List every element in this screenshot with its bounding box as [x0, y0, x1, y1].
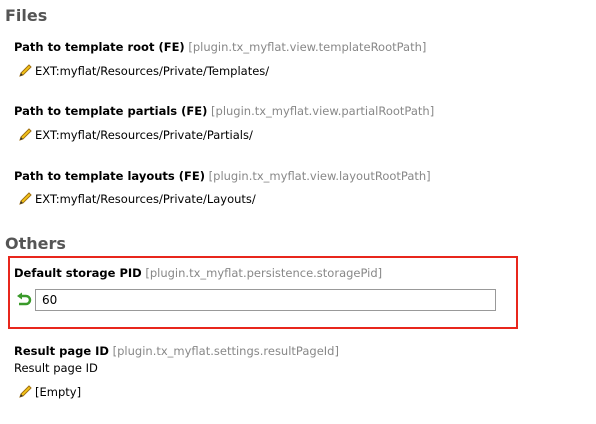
- key: [plugin.tx_myflat.persistence.storagePid…: [145, 266, 383, 280]
- value: EXT:myflat/Resources/Private/Partials/: [35, 128, 253, 142]
- key: [plugin.tx_myflat.view.templateRootPath]: [188, 40, 427, 54]
- setting-label: Path to template partials (FE) [plugin.t…: [14, 104, 434, 118]
- label: Path to template layouts (FE): [14, 169, 205, 183]
- value: EXT:myflat/Resources/Private/Templates/: [35, 64, 270, 78]
- storage-pid-input[interactable]: [35, 289, 496, 311]
- section-heading-files: Files: [5, 6, 48, 25]
- setting-label: Path to template layouts (FE) [plugin.tx…: [14, 169, 431, 183]
- key: [plugin.tx_myflat.view.layoutRootPath]: [208, 169, 431, 183]
- label: Path to template root (FE): [14, 40, 185, 54]
- label: Path to template partials (FE): [14, 104, 208, 118]
- pencil-icon: [19, 385, 32, 398]
- key: [plugin.tx_myflat.view.partialRootPath]: [211, 104, 435, 118]
- value: [Empty]: [35, 385, 82, 399]
- setting-label: Result page ID [plugin.tx_myflat.setting…: [14, 344, 339, 358]
- setting-value-edit[interactable]: EXT:myflat/Resources/Private/Partials/: [17, 127, 253, 143]
- setting-value-edit[interactable]: EXT:myflat/Resources/Private/Layouts/: [17, 191, 256, 207]
- pencil-icon: [19, 192, 32, 205]
- pencil-icon: [19, 64, 32, 77]
- setting-description: Result page ID: [14, 361, 98, 375]
- setting-value-edit[interactable]: [Empty]: [17, 384, 81, 400]
- section-heading-others: Others: [5, 234, 66, 253]
- undo-icon[interactable]: [16, 292, 32, 308]
- label: Result page ID: [14, 344, 109, 358]
- value: EXT:myflat/Resources/Private/Layouts/: [35, 192, 256, 206]
- setting-label: Default storage PID [plugin.tx_myflat.pe…: [14, 266, 382, 280]
- pencil-icon: [19, 128, 32, 141]
- label: Default storage PID: [14, 266, 142, 280]
- setting-value-edit[interactable]: EXT:myflat/Resources/Private/Templates/: [17, 63, 269, 79]
- setting-label: Path to template root (FE) [plugin.tx_my…: [14, 40, 426, 54]
- key: [plugin.tx_myflat.settings.resultPageId]: [112, 344, 339, 358]
